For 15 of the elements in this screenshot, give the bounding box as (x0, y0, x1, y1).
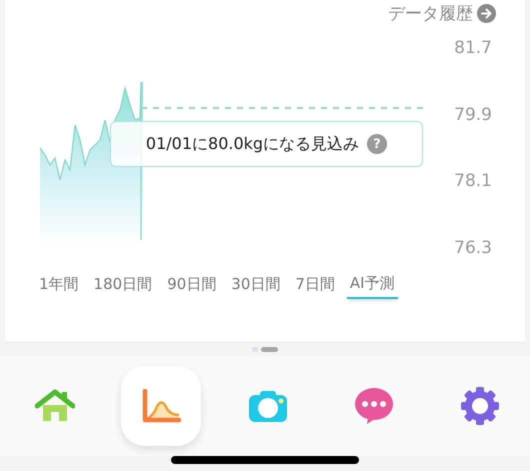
axis-label: 81.7 (454, 38, 492, 58)
graph-icon[interactable] (121, 366, 202, 446)
period-tab[interactable]: 7日間 (292, 274, 338, 299)
period-tab[interactable]: 30日間 (228, 274, 284, 299)
period-tab[interactable]: 90日間 (164, 274, 220, 299)
axis-label: 76.3 (454, 238, 492, 258)
data-history-link[interactable]: データ履歴 (388, 2, 473, 24)
period-tab[interactable]: 180日間 (90, 274, 156, 299)
arrow-right-icon[interactable] (477, 4, 496, 22)
period-tab[interactable]: 1年間 (36, 274, 82, 299)
axis-label: 78.1 (454, 171, 492, 192)
period-tab[interactable]: AI予測 (346, 274, 398, 299)
help-button[interactable]: ? (367, 134, 388, 154)
prediction-text: 01/01に80.0kgになる見込み (146, 134, 360, 154)
axis-label: 79.9 (454, 104, 492, 125)
